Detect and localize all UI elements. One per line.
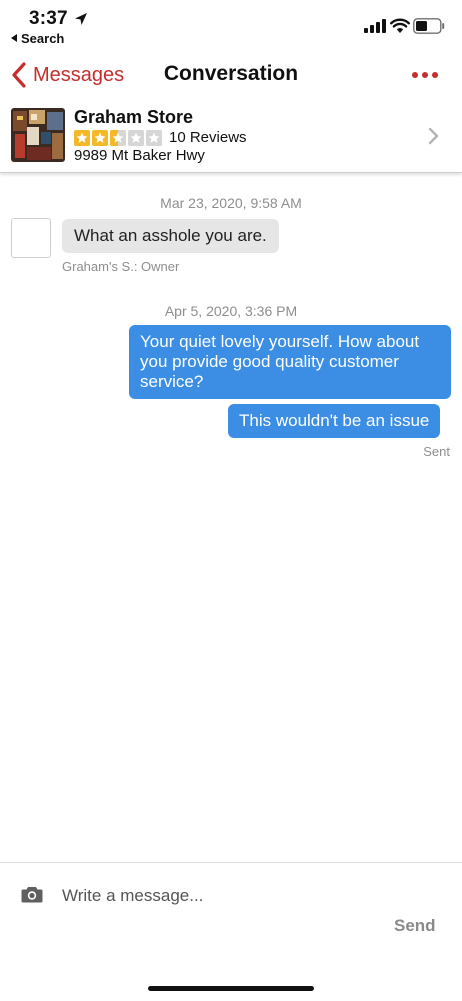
message-composer: Send	[0, 862, 462, 1001]
star-icon	[146, 130, 162, 146]
more-options-icon[interactable]	[410, 70, 440, 80]
sender-label: Graham's S.: Owner	[62, 259, 180, 274]
message-timestamp: Mar 23, 2020, 9:58 AM	[160, 195, 302, 211]
business-name: Graham Store	[74, 107, 194, 127]
cellular-signal-icon	[364, 19, 386, 33]
send-button[interactable]: Send	[394, 916, 436, 936]
battery-icon	[413, 18, 445, 34]
star-icon	[74, 130, 90, 146]
navigation-bar: Messages Conversation	[0, 52, 462, 96]
star-rating	[74, 130, 162, 146]
wifi-icon	[390, 18, 410, 33]
star-icon	[92, 130, 108, 146]
back-to-search[interactable]: Search	[11, 31, 64, 46]
message-timestamp: Apr 5, 2020, 3:36 PM	[164, 303, 298, 319]
avatar[interactable]	[11, 218, 51, 258]
star-icon	[110, 130, 126, 146]
incoming-message-bubble: What an asshole you are.	[62, 219, 279, 253]
outgoing-message-bubble: Your quiet lovely yourself. How about yo…	[129, 325, 451, 399]
business-photo	[11, 108, 65, 162]
camera-icon[interactable]	[21, 885, 43, 903]
sent-status: Sent	[423, 444, 450, 459]
home-indicator	[148, 986, 314, 991]
back-triangle-icon	[11, 34, 17, 42]
status-bar: 3:37 Search	[0, 0, 462, 50]
business-header[interactable]: Graham Store 10 Reviews 9989 Mt Baker Hw…	[0, 100, 462, 173]
back-app-label: Search	[21, 31, 65, 46]
message-input[interactable]	[62, 883, 392, 909]
business-address: 9989 Mt Baker Hwy	[74, 147, 205, 164]
chevron-right-icon	[428, 127, 439, 145]
status-time: 3:37	[29, 8, 68, 29]
star-icon	[128, 130, 144, 146]
outgoing-message-bubble: This wouldn't be an issue	[228, 404, 441, 438]
page-title: Conversation	[163, 62, 299, 85]
location-arrow-icon	[75, 13, 87, 25]
review-count: 10 Reviews	[169, 129, 247, 146]
